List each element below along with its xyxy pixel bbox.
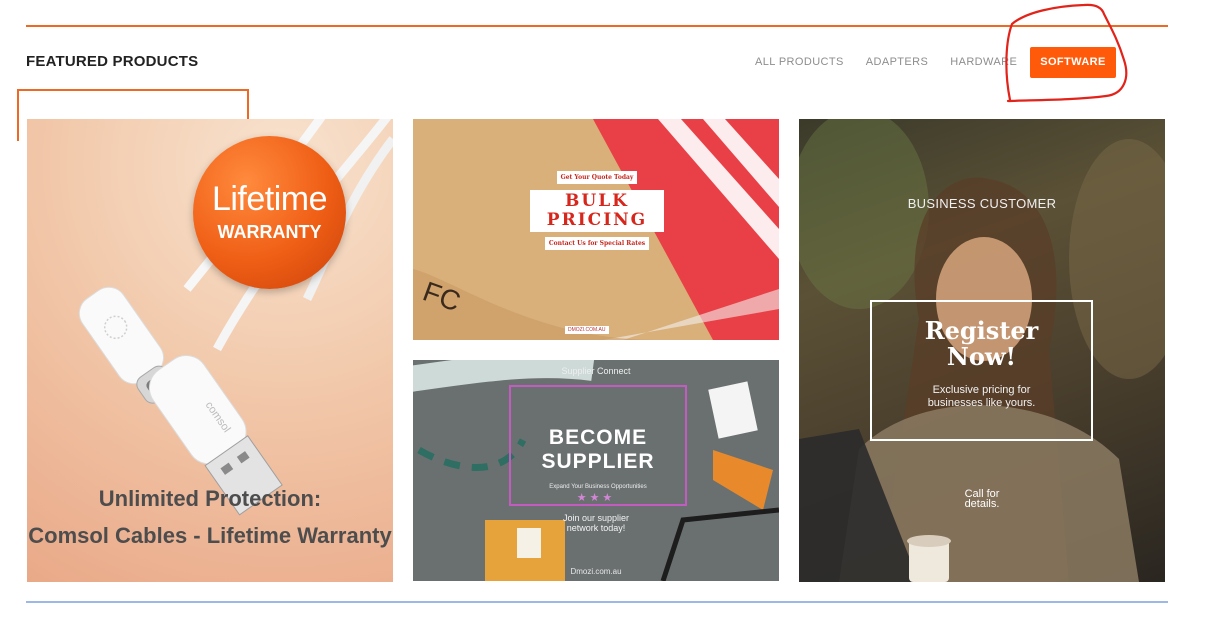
bulk-title-line1: BULK xyxy=(565,191,629,211)
call-for-details-line2: details. xyxy=(964,498,1000,510)
bulk-title-line2: PRICING xyxy=(546,210,648,230)
supplier-cta-line2: network today! xyxy=(566,523,626,533)
lifetime-warranty-badge: Lifetime WARRANTY xyxy=(193,136,346,289)
supplier-frame: BECOME SUPPLIER Expand Your Business Opp… xyxy=(509,385,687,506)
promo-card-bulk-pricing[interactable]: FC Get Your Quote Today BULK PRICING Con… xyxy=(413,119,779,340)
call-for-details: Call for details. xyxy=(799,489,1165,510)
top-divider xyxy=(26,25,1168,27)
badge-lifetime-text: Lifetime xyxy=(211,180,328,218)
filter-tab-hardware[interactable]: HARDWARE xyxy=(939,47,1028,78)
promo-card-lifetime-warranty[interactable]: comsol Lifetime WARRANTY Unlimited Prote… xyxy=(27,119,393,582)
supplier-title-line2: SUPPLIER xyxy=(541,450,655,473)
register-subtitle-line2: businesses like yours. xyxy=(927,397,1036,409)
bulk-site-label: DMOZI.COM.AU xyxy=(565,326,609,334)
cable-caption-line1: Unlimited Protection: xyxy=(98,486,322,511)
bulk-subtitle: Contact Us for Special Rates xyxy=(544,237,650,250)
supplier-site-label: Dmozi.com.au xyxy=(570,567,622,576)
featured-products-page: FEATURED PRODUCTS ALL PRODUCTS ADAPTERS … xyxy=(0,0,1223,622)
badge-warranty-text: WARRANTY xyxy=(217,222,322,242)
register-subtitle-line1: Exclusive pricing for xyxy=(932,384,1031,396)
register-title: Register Now! xyxy=(872,318,1091,370)
bulk-pricing-panel: Get Your Quote Today BULK PRICING Contac… xyxy=(530,166,664,254)
cable-caption-line2: Comsol Cables - Lifetime Warranty xyxy=(28,523,392,548)
supplier-top-label: Supplier Connect xyxy=(561,366,631,376)
filter-tab-all-products[interactable]: ALL PRODUCTS xyxy=(744,47,855,78)
supplier-subtitle: Expand Your Business Opportunities xyxy=(549,484,647,490)
filter-tab-software[interactable]: SOFTWARE xyxy=(1030,47,1116,78)
stars-icon: ★★★ xyxy=(576,492,616,504)
bulk-title: BULK PRICING xyxy=(530,190,664,232)
filter-tab-adapters[interactable]: ADAPTERS xyxy=(855,47,940,78)
register-title-line1: Register xyxy=(924,316,1039,345)
supplier-cta-line1: Join our supplier xyxy=(562,513,630,523)
register-title-line2: Now! xyxy=(946,342,1017,371)
bulk-quote-tag: Get Your Quote Today xyxy=(556,171,638,184)
supplier-title: BECOME SUPPLIER xyxy=(511,426,685,474)
supplier-title-line1: BECOME xyxy=(548,426,648,449)
promo-card-business-customer[interactable]: BUSINESS CUSTOMER Register Now! Exclusiv… xyxy=(799,119,1165,582)
supplier-cta: Join our supplier network today! xyxy=(413,513,779,533)
register-subtitle: Exclusive pricing for businesses like yo… xyxy=(872,384,1091,410)
product-filter-tabs: ALL PRODUCTS ADAPTERS HARDWARE SOFTWARE xyxy=(744,47,1116,78)
bottom-divider xyxy=(26,601,1168,603)
section-title: FEATURED PRODUCTS xyxy=(26,53,199,70)
promo-card-become-supplier[interactable]: Supplier Connect BECOME SUPPLIER Expand … xyxy=(413,360,779,581)
register-frame: Register Now! Exclusive pricing for busi… xyxy=(870,300,1093,441)
business-eyebrow: BUSINESS CUSTOMER xyxy=(907,196,1057,211)
